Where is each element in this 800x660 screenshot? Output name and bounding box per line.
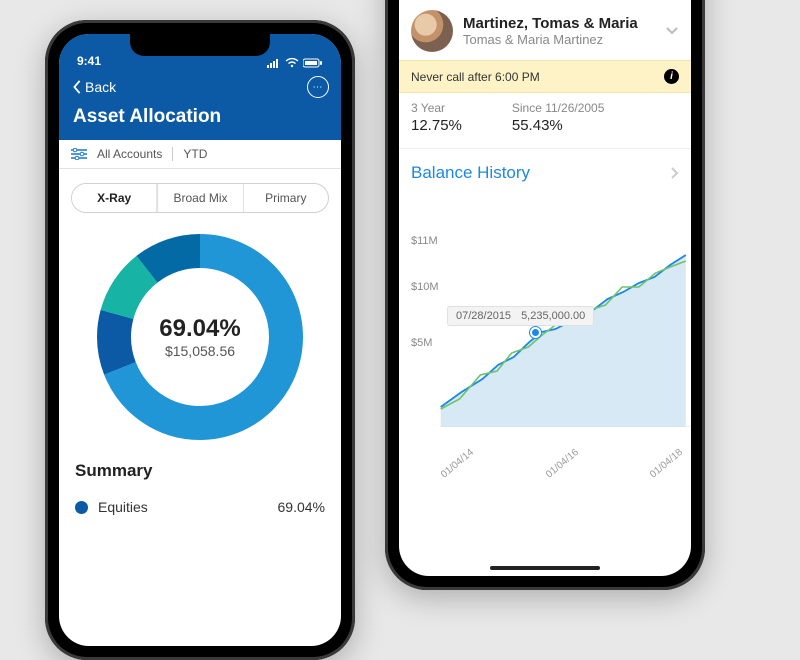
- client-name: Martinez, Tomas & Maria: [463, 15, 655, 32]
- tooltip-value: 5,235,000.00: [521, 310, 585, 322]
- metric-label: Since 11/26/2005: [512, 101, 605, 115]
- section-title: Balance History: [411, 163, 530, 183]
- more-icon: ⋯: [313, 82, 324, 93]
- alert-text: Never call after 6:00 PM: [411, 70, 540, 84]
- donut-chart: 69.04% $15,058.56: [90, 227, 310, 447]
- battery-icon: [303, 58, 323, 68]
- filter-period[interactable]: YTD: [183, 147, 207, 161]
- back-label: Back: [85, 79, 116, 95]
- avatar: [411, 10, 453, 52]
- x-tick: 01/04/18: [648, 447, 685, 480]
- segmented-control: X-Ray Broad Mix Primary: [71, 183, 329, 213]
- summary-item-value: 69.04%: [278, 499, 325, 515]
- status-time: 9:41: [77, 54, 101, 68]
- summary-title: Summary: [75, 461, 325, 481]
- metrics-row: 3 Year 12.75% Since 11/26/2005 55.43%: [399, 93, 691, 149]
- donut-value: $15,058.56: [165, 343, 235, 359]
- client-subtitle: Tomas & Maria Martinez: [463, 32, 655, 47]
- chart-point-marker: [530, 327, 541, 338]
- phone-frame-right: Martinez, Tomas & Maria Tomas & Maria Ma…: [385, 0, 705, 590]
- screen-left: 9:41 Back ⋯ Asset Allocat: [59, 34, 341, 646]
- filter-row: All Accounts YTD: [59, 140, 341, 169]
- x-tick: 01/04/14: [439, 447, 476, 480]
- info-icon[interactable]: i: [664, 69, 679, 84]
- summary-section: Summary Equities 69.04%: [59, 447, 341, 521]
- back-button[interactable]: Back: [71, 79, 116, 95]
- balance-history-chart[interactable]: $11M $10M $5M 07/28/2015 5,235,000.00 01…: [399, 187, 691, 477]
- chevron-left-icon: [71, 80, 83, 94]
- filter-account[interactable]: All Accounts: [97, 147, 162, 161]
- chevron-right-icon: [671, 167, 679, 179]
- filter-icon[interactable]: [71, 148, 87, 160]
- x-tick: 01/04/16: [544, 447, 581, 480]
- donut-center: 69.04% $15,058.56: [90, 227, 310, 447]
- tooltip-date: 07/28/2015: [456, 310, 511, 322]
- segment-primary[interactable]: Primary: [243, 184, 328, 212]
- segment-xray[interactable]: X-Ray: [72, 184, 157, 212]
- client-names: Martinez, Tomas & Maria Tomas & Maria Ma…: [463, 15, 655, 47]
- home-indicator[interactable]: [490, 566, 600, 570]
- x-axis-ticks: 01/04/14 01/04/16 01/04/18: [439, 472, 687, 483]
- notch: [130, 34, 270, 56]
- phone-frame-left: 9:41 Back ⋯ Asset Allocat: [45, 20, 355, 660]
- metric-value: 55.43%: [512, 117, 605, 134]
- chevron-down-icon[interactable]: [665, 26, 679, 36]
- metric-label: 3 Year: [411, 101, 462, 115]
- summary-row-equities[interactable]: Equities 69.04%: [75, 493, 325, 521]
- status-icons: [267, 58, 323, 68]
- screen-right: Martinez, Tomas & Maria Tomas & Maria Ma…: [399, 0, 691, 576]
- page-title: Asset Allocation: [59, 104, 341, 140]
- chart-tooltip: 07/28/2015 5,235,000.00: [447, 306, 594, 326]
- metric-value: 12.75%: [411, 117, 462, 134]
- metric-since: Since 11/26/2005 55.43%: [512, 101, 605, 134]
- metric-3year: 3 Year 12.75%: [411, 101, 462, 134]
- balance-history-header[interactable]: Balance History: [399, 149, 691, 187]
- signal-icon: [267, 58, 281, 68]
- donut-percent: 69.04%: [159, 315, 240, 343]
- segment-broad-mix[interactable]: Broad Mix: [157, 184, 242, 212]
- filter-separator: [172, 147, 173, 161]
- client-header[interactable]: Martinez, Tomas & Maria Tomas & Maria Ma…: [399, 2, 691, 60]
- summary-item-name: Equities: [98, 499, 148, 515]
- more-menu-button[interactable]: ⋯: [307, 76, 329, 98]
- wifi-icon: [285, 58, 299, 68]
- nav-bar: Back ⋯: [59, 72, 341, 104]
- legend-dot-icon: [75, 501, 88, 514]
- alert-banner: Never call after 6:00 PM i: [399, 60, 691, 93]
